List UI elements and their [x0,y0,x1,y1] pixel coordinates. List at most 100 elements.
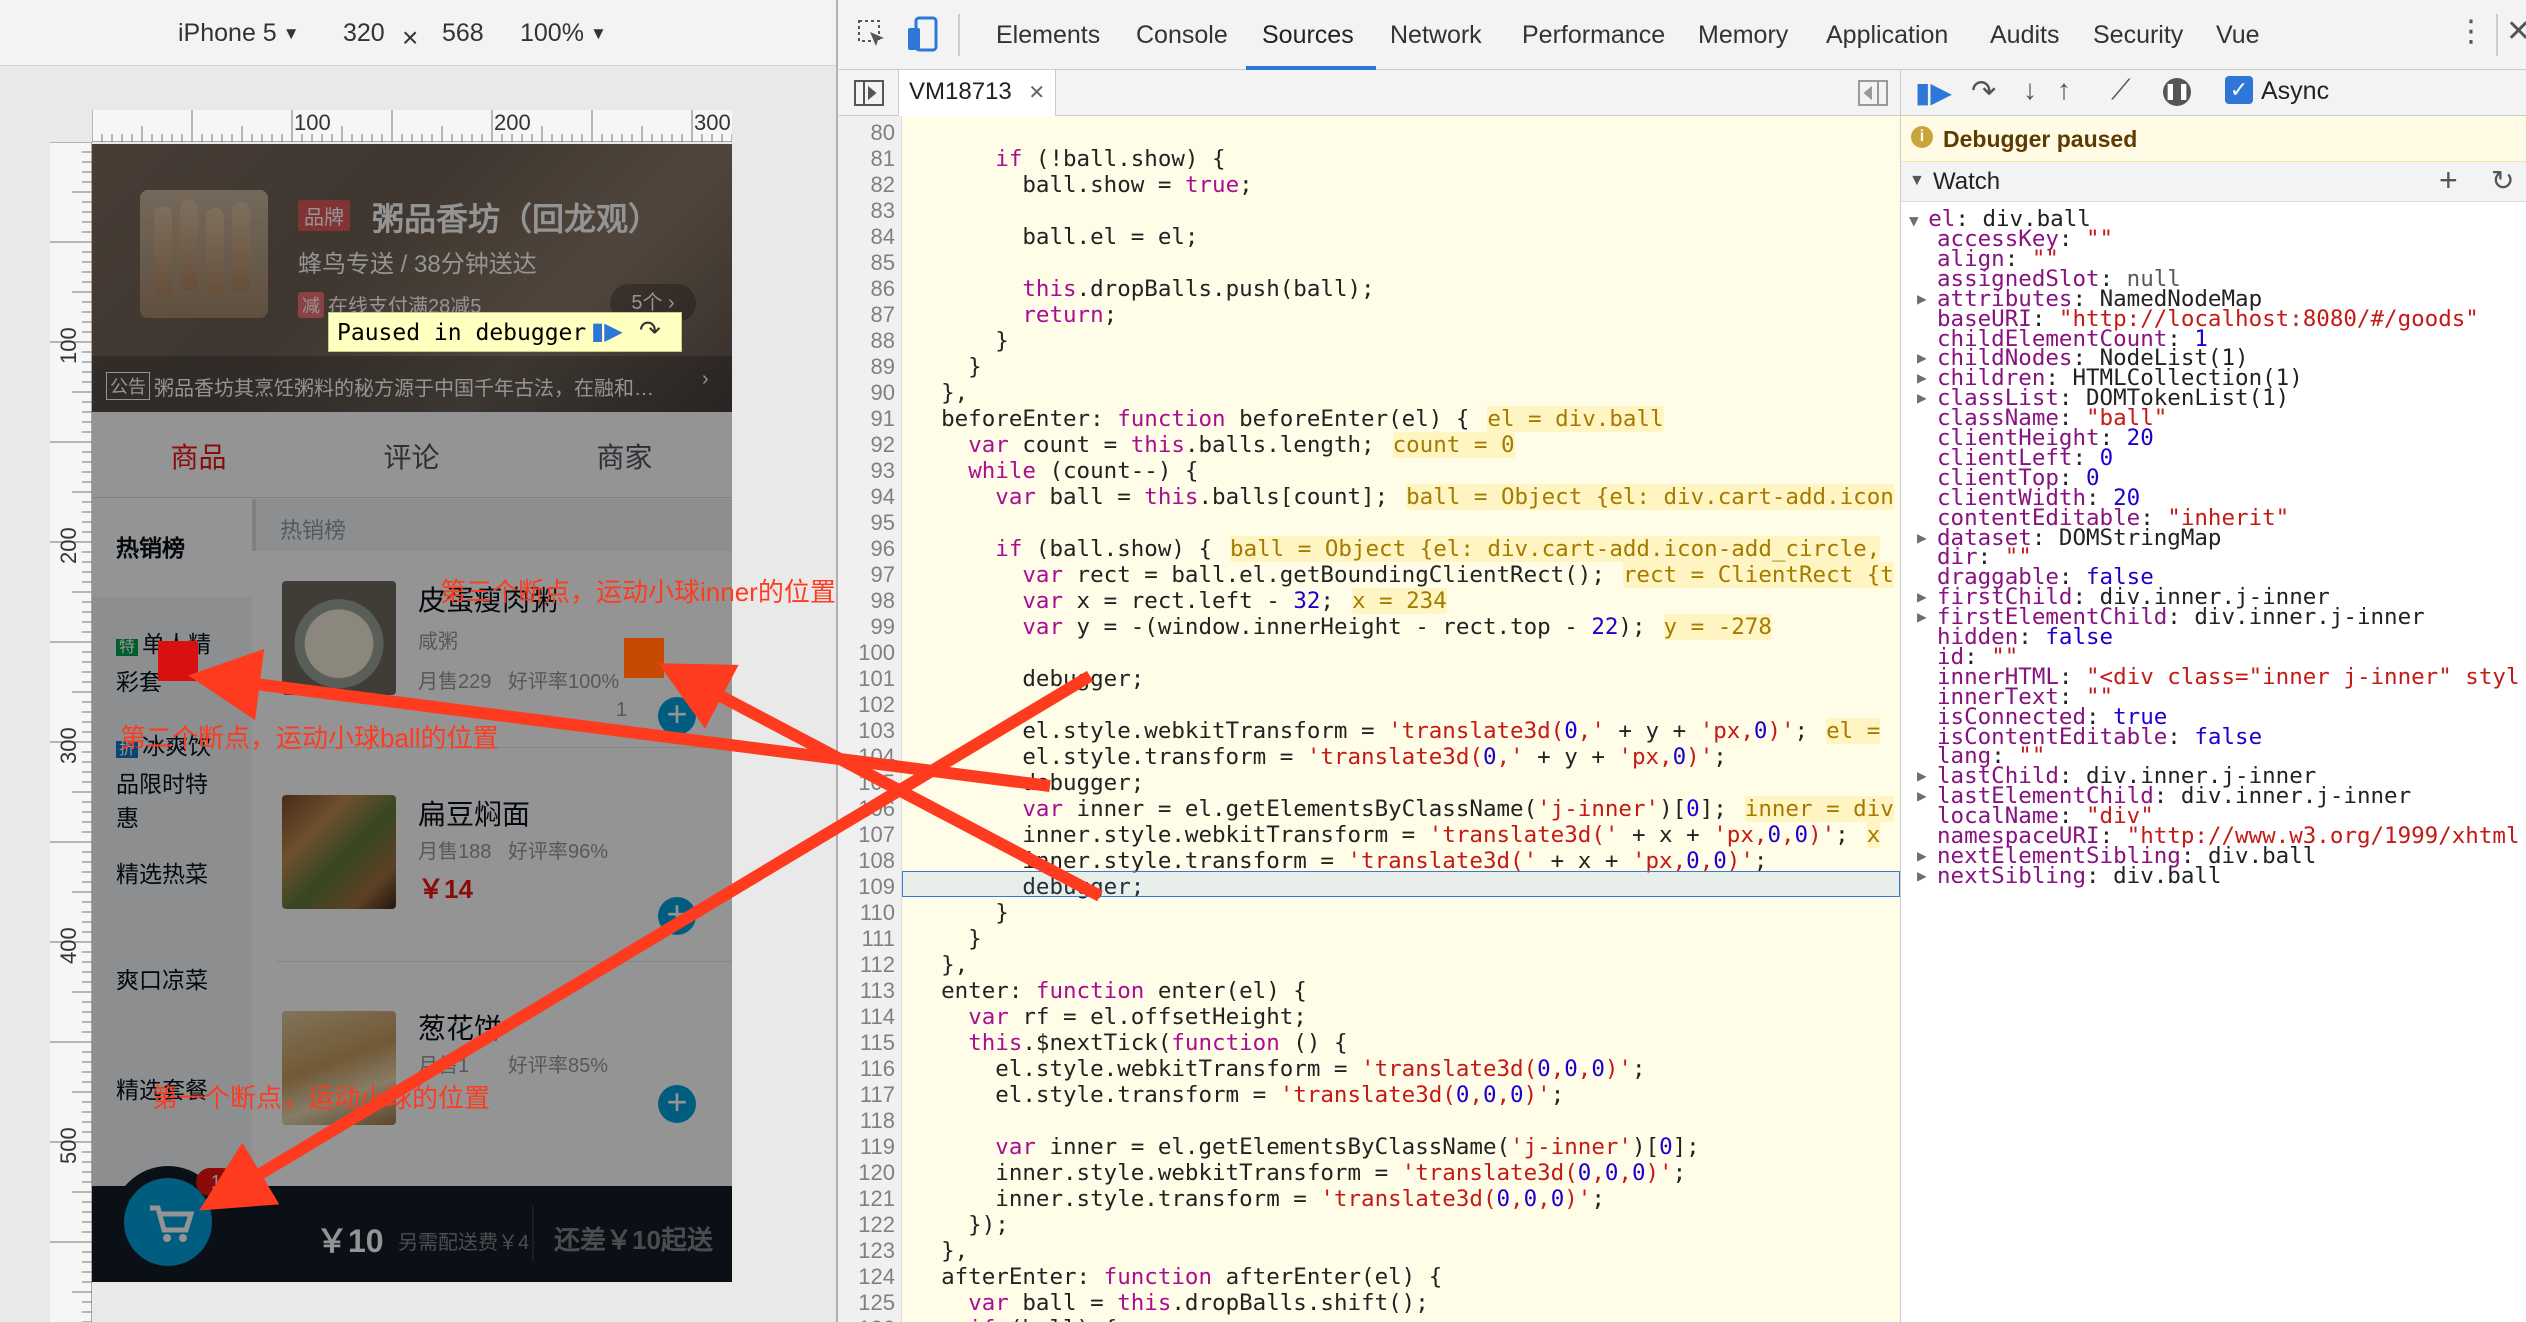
tab-security[interactable]: Security [2093,21,2183,50]
tab-network[interactable]: Network [1390,21,1482,50]
watch-title: Watch [1933,168,2001,195]
async-checkbox[interactable]: ✓ [2225,76,2253,104]
close-icon[interactable]: ✕ [2506,14,2526,49]
line-number[interactable]: 85 [871,250,895,276]
line-number[interactable]: 120 [858,1160,895,1186]
zoom-select[interactable]: 100% ▼ [520,19,607,48]
line-number[interactable]: 119 [860,1134,895,1160]
step-over-icon[interactable]: ↷ [639,315,661,346]
line-number[interactable]: 80 [871,120,895,146]
line-number[interactable]: 116 [860,1056,895,1082]
food-image[interactable] [282,795,396,909]
inspect-element-icon[interactable] [856,18,890,52]
menu-item-hot[interactable]: 热销榜 [116,531,228,565]
line-number[interactable]: 86 [871,276,895,302]
line-number[interactable]: 117 [860,1082,895,1108]
step-into-icon[interactable]: ↓ [2023,74,2037,106]
line-number[interactable]: 92 [871,432,895,458]
line-number[interactable]: 112 [860,952,895,978]
tab-console[interactable]: Console [1136,21,1228,50]
tab-performance[interactable]: Performance [1522,21,1665,50]
tab-goods[interactable]: 商品 [92,436,305,476]
line-number[interactable]: 95 [871,510,895,536]
line-number[interactable]: 104 [858,744,895,770]
more-menu-icon[interactable]: ⋮ [2456,14,2486,49]
tab-memory[interactable]: Memory [1698,21,1788,50]
line-number[interactable]: 84 [871,224,895,250]
line-number[interactable]: 91 [871,406,895,432]
line-number[interactable]: 118 [860,1108,895,1134]
add-to-cart-button[interactable]: + [658,1084,696,1123]
step-over-icon[interactable]: ↷ [1971,74,1996,109]
add-to-cart-button[interactable]: + [658,896,696,935]
line-number[interactable]: 111 [862,926,895,952]
line-number[interactable]: 88 [871,328,895,354]
tab-audits[interactable]: Audits [1990,21,2059,50]
food-image[interactable] [282,581,396,695]
line-number[interactable]: 82 [871,172,895,198]
step-out-icon[interactable]: ↑ [2057,74,2071,106]
food-section-title: 热销榜 [252,499,732,551]
line-number[interactable]: 81 [871,146,895,172]
line-number[interactable]: 102 [858,692,895,718]
line-number[interactable]: 83 [871,198,895,224]
code-line: enter: function enter(el) { [914,978,1307,1004]
annotation-second: 第二个断点，运动小球ball的位置 [120,723,499,753]
tab-vue[interactable]: Vue [2216,21,2260,50]
deactivate-breakpoints-icon[interactable]: ⟋ [2111,74,2131,107]
bulletin-bar[interactable]: 公告 粥品香坊其烹饪粥料的秘方源于中国千年古法，在融和… › [92,356,732,412]
menu-item-cold-dishes[interactable]: 爽口凉菜 [116,963,228,997]
line-number[interactable]: 106 [858,796,895,822]
line-number[interactable]: 90 [871,380,895,406]
tab-seller[interactable]: 商家 [518,436,731,476]
line-number[interactable]: 87 [871,302,895,328]
device-select[interactable]: iPhone 5 ▼ [178,19,300,48]
line-number[interactable]: 107 [858,822,895,848]
device-height-input[interactable]: 568 [442,19,484,48]
tab-application[interactable]: Application [1826,21,1948,50]
resume-icon[interactable]: ▮▶ [591,317,629,347]
device-mode-icon[interactable] [906,16,940,54]
line-number[interactable]: 97 [871,562,895,588]
tab-sources[interactable]: Sources [1262,21,1354,50]
line-number[interactable]: 121 [858,1186,895,1212]
line-number[interactable]: 113 [860,978,895,1004]
cart-min-order[interactable]: 还差￥10起送 [554,1220,713,1257]
line-number[interactable]: 101 [858,666,895,692]
tab-ratings[interactable]: 评论 [305,436,518,476]
line-number[interactable]: 108 [858,848,895,874]
expand-arrow-icon: ▶ [1917,865,1927,885]
line-number[interactable]: 124 [858,1264,895,1290]
menu-item-hot-dishes[interactable]: 精选热菜 [116,857,228,891]
add-to-cart-button[interactable]: + [658,696,696,735]
watch-property[interactable]: ▶ nextSibling: div.ball [1917,863,2221,889]
line-number[interactable]: 89 [871,354,895,380]
add-watch-icon[interactable]: + [2439,162,2458,199]
line-number[interactable]: 122 [858,1212,895,1238]
line-number[interactable]: 109 [858,874,895,900]
watch-section-header[interactable]: ▼ Watch + ↻ [1901,162,2526,202]
line-number[interactable]: 115 [860,1030,895,1056]
line-number[interactable]: 125 [858,1290,895,1316]
line-number[interactable]: 126 [858,1316,895,1322]
editor-tab-file[interactable]: VM18713 ✕ [898,70,1057,116]
line-number[interactable]: 93 [871,458,895,484]
line-number[interactable]: 123 [858,1238,895,1264]
line-number[interactable]: 105 [858,770,895,796]
line-number[interactable]: 94 [871,484,895,510]
line-number[interactable]: 99 [871,614,895,640]
resume-icon[interactable]: ▮▶ [1915,76,1952,109]
line-number[interactable]: 103 [858,718,895,744]
line-number[interactable]: 98 [871,588,895,614]
line-number[interactable]: 100 [858,640,895,666]
line-number[interactable]: 110 [860,900,895,926]
code-editor[interactable]: if (!ball.show) { ball.show = true; ball… [902,116,1900,1322]
line-number[interactable]: 96 [871,536,895,562]
toggle-navigator-icon[interactable] [854,80,884,106]
line-number[interactable]: 114 [860,1004,895,1030]
pause-on-exceptions-icon[interactable]: ❚❚ [2163,78,2191,106]
toggle-debugger-icon[interactable] [1858,80,1888,106]
tab-elements[interactable]: Elements [996,21,1100,50]
device-width-input[interactable]: 320 [343,19,385,48]
refresh-icon[interactable]: ↻ [2491,164,2514,197]
